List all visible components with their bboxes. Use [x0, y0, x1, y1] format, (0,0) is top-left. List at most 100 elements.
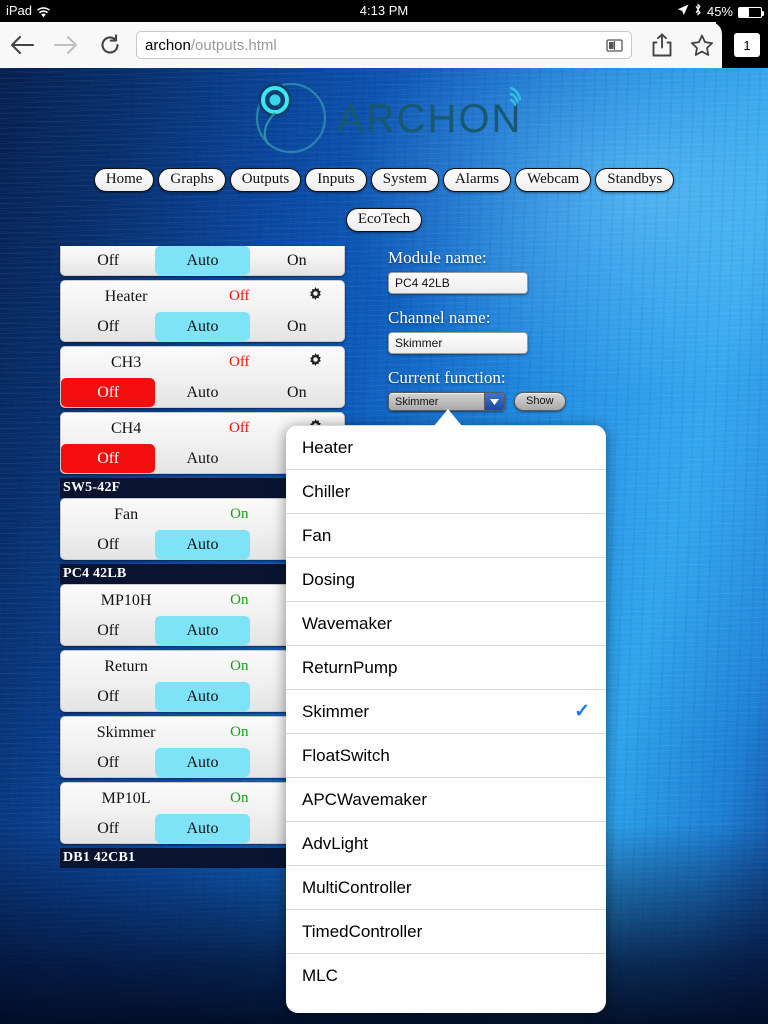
battery-icon [738, 6, 764, 18]
channel-name-label: Channel name: [388, 308, 491, 327]
nav-item-system[interactable]: System [370, 168, 439, 192]
forward-arrow-icon[interactable] [44, 22, 88, 68]
gear-icon[interactable] [287, 286, 344, 307]
back-arrow-icon[interactable] [0, 22, 44, 68]
mode-button-off[interactable]: Off [61, 312, 155, 341]
popover-option-label: MLC [302, 965, 338, 985]
url-path: /outputs.html [190, 36, 277, 54]
mode-button-off[interactable]: Off [61, 682, 155, 711]
share-icon[interactable] [642, 22, 682, 68]
module-name-input[interactable]: PC4 42LB [388, 272, 528, 294]
url-address-bar[interactable]: archon/outputs.html [136, 31, 632, 59]
nav-item-outputs[interactable]: Outputs [229, 168, 302, 192]
popover-option-label: Dosing [302, 569, 355, 589]
channel-name-label: CH3 [110, 353, 142, 371]
nav-item-home[interactable]: Home [93, 168, 155, 192]
mode-button-off[interactable]: Off [61, 748, 155, 777]
popover-option-label: Heater [302, 437, 354, 457]
tab-count-button[interactable]: 1 [734, 33, 760, 57]
channel-state-label: On [230, 658, 249, 674]
channel-detail-form: Module name: PC4 42LB Channel name: Skim… [388, 248, 618, 411]
primary-nav: Home Graphs Outputs Inputs System Alarms Webca… [0, 168, 768, 192]
mode-button-auto[interactable]: Auto [155, 444, 249, 473]
mode-button-auto[interactable]: Auto [155, 312, 250, 341]
mode-button-auto[interactable]: Auto [155, 814, 250, 843]
channel-name-label: MP10L [101, 789, 151, 807]
channel-name-input[interactable]: Skimmer [388, 332, 528, 354]
mode-button-off[interactable]: Off [61, 616, 155, 645]
nav-item-webcam[interactable]: Webcam [515, 168, 592, 192]
popover-option[interactable]: FloatSwitch✓ [286, 733, 606, 777]
status-bar-right: 45% [677, 3, 764, 19]
popover-option[interactable]: Fan✓ [286, 513, 606, 557]
channel-name-label: MP10H [100, 591, 152, 609]
mode-button-off[interactable]: Off [61, 444, 156, 473]
mode-button-off[interactable]: Off [61, 378, 156, 407]
mode-button-off[interactable]: Off [61, 530, 155, 559]
mode-button-auto[interactable]: Auto [155, 748, 250, 777]
mode-button-auto[interactable]: Auto [155, 246, 250, 275]
popover-option-label: ReturnPump [302, 657, 398, 677]
mode-button-on[interactable]: On [250, 312, 344, 341]
battery-percent-label: 45% [706, 3, 733, 19]
popover-option-label: AdvLight [302, 833, 369, 853]
popover-option[interactable]: Dosing✓ [286, 557, 606, 601]
show-button[interactable]: Show [514, 392, 566, 411]
mode-button-on[interactable]: On [250, 246, 344, 275]
chevron-down-icon[interactable] [484, 393, 504, 410]
nav-item-graphs[interactable]: Graphs [158, 168, 226, 192]
nav-item-alarms[interactable]: Alarms [442, 168, 512, 192]
popover-option[interactable]: ReturnPump✓ [286, 645, 606, 689]
popover-option-label: APCWavemaker [302, 789, 428, 809]
mode-button-off[interactable]: Off [61, 814, 155, 843]
output-row-header: CH3 Off [61, 347, 344, 378]
channel-state-label: On [230, 790, 249, 806]
channel-name-label: CH4 [110, 419, 142, 437]
mode-button-group: OffAutoOn [61, 246, 344, 275]
module-name-label: Module name: [388, 248, 487, 267]
archon-logo-graphic: ARCHON [255, 82, 522, 154]
mode-button-auto[interactable]: Auto [155, 616, 250, 645]
popover-option-label: Fan [302, 525, 332, 545]
output-row: Off Auto On [60, 246, 345, 276]
bookmark-star-icon[interactable] [682, 22, 722, 68]
channel-state-label: On [230, 592, 249, 608]
reload-icon[interactable] [88, 22, 132, 68]
popover-option[interactable]: MultiController✓ [286, 865, 606, 909]
popover-option[interactable]: Wavemaker✓ [286, 601, 606, 645]
channel-name-label: Fan [114, 505, 139, 523]
popover-option[interactable]: AdvLight✓ [286, 821, 606, 865]
safari-toolbar-inner: archon/outputs.html [0, 22, 722, 68]
mode-button-off[interactable]: Off [61, 246, 155, 275]
popover-option-label: FloatSwitch [302, 745, 390, 765]
ipad-screen: iPad 4:13 PM 45% archon /outputs.html 1 … [0, 0, 768, 1024]
nav-item-inputs[interactable]: Inputs [305, 168, 367, 192]
current-function-label: Current function: [388, 368, 506, 387]
popover-option[interactable]: Chiller✓ [286, 469, 606, 513]
output-row-header: Heater Off [61, 281, 344, 312]
channel-state-label: Off [229, 354, 250, 370]
reader-view-icon[interactable] [606, 38, 623, 57]
nav-item-standbys[interactable]: Standbys [595, 168, 675, 192]
popover-option-label: Wavemaker [302, 613, 393, 633]
mode-button-auto[interactable]: Auto [155, 682, 250, 711]
bluetooth-icon [694, 3, 702, 19]
site-logo: ARCHON [0, 80, 768, 160]
popover-option[interactable]: Skimmer ✓ [286, 689, 606, 733]
popover-option[interactable]: Heater✓ [286, 425, 606, 469]
mode-button-group: OffAutoOn [61, 312, 344, 341]
current-function-value: Skimmer [395, 395, 439, 408]
popover-option[interactable]: MLC✓ [286, 953, 606, 997]
mode-button-on[interactable]: On [250, 378, 344, 407]
popover-option[interactable]: TimedController✓ [286, 909, 606, 953]
nav-item-ecotech[interactable]: EcoTech [345, 208, 423, 232]
mode-button-auto[interactable]: Auto [155, 530, 250, 559]
channel-state-label: On [230, 506, 249, 522]
popover-option[interactable]: APCWavemaker✓ [286, 777, 606, 821]
popover-option-label: Chiller [302, 481, 351, 501]
mode-button-auto[interactable]: Auto [155, 378, 249, 407]
checkmark-icon: ✓ [574, 701, 590, 722]
gear-icon[interactable] [287, 352, 344, 373]
popover-option-label: Skimmer [302, 701, 370, 721]
secondary-nav: EcoTech [0, 208, 768, 232]
